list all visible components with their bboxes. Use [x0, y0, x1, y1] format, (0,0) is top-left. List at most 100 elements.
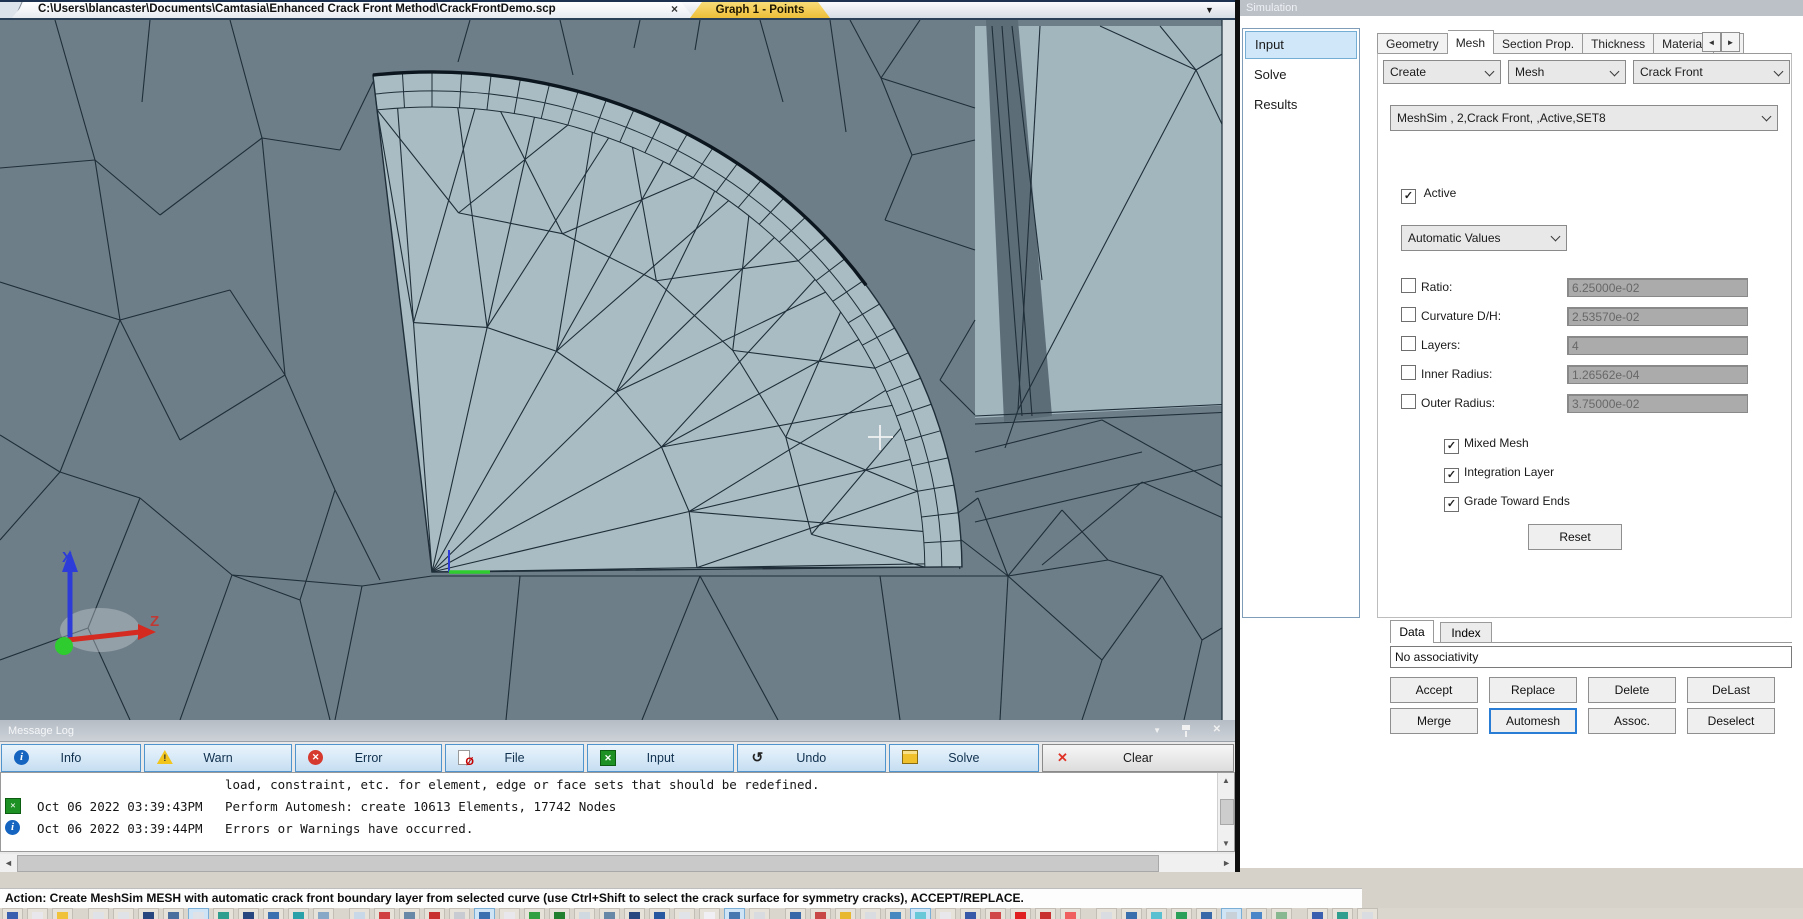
toolbar-icon[interactable] — [1060, 908, 1081, 919]
message-log-titlebar[interactable]: Message Log ▼ ✕ — [0, 720, 1235, 742]
toolbar-icon[interactable] — [1146, 908, 1167, 919]
tab-list-dropdown-icon[interactable]: ▼ — [1205, 5, 1214, 15]
tab-data[interactable]: Data — [1390, 620, 1434, 643]
toolbar-icon[interactable] — [524, 908, 545, 919]
nav-item-input[interactable]: Input — [1245, 31, 1357, 59]
toolbar-icon[interactable] — [960, 908, 981, 919]
toolbar-icon[interactable] — [1121, 908, 1142, 919]
toolbar-icon[interactable] — [88, 908, 109, 919]
toolbar-icon[interactable] — [674, 908, 695, 919]
log-horizontal-scrollbar[interactable]: ◄ ► — [0, 854, 1235, 872]
toolbar-icon[interactable] — [313, 908, 334, 919]
log-undo-button[interactable]: ↺Undo — [737, 744, 886, 772]
associativity-field[interactable] — [1390, 646, 1792, 668]
toolbar-icon[interactable] — [624, 908, 645, 919]
log-solve-button[interactable]: Solve — [889, 744, 1039, 772]
toolbar-icon[interactable] — [474, 908, 495, 919]
toolbar-icon[interactable] — [188, 908, 209, 919]
nav-item-solve[interactable]: Solve — [1245, 61, 1357, 89]
option-mixed-mesh[interactable]: ✓Mixed Mesh — [1444, 436, 1529, 452]
object-combobox[interactable]: Mesh — [1508, 60, 1626, 84]
toolbar-icon[interactable] — [749, 908, 770, 919]
close-tab-icon[interactable]: × — [671, 2, 678, 16]
toolbar-icon[interactable] — [574, 908, 595, 919]
param-checkbox[interactable]: Inner Radius: — [1401, 367, 1492, 381]
toolbar-icon[interactable] — [860, 908, 881, 919]
pin-icon[interactable] — [1181, 724, 1191, 737]
scroll-up-icon[interactable]: ▲ — [1218, 773, 1234, 788]
replace-button[interactable]: Replace — [1489, 677, 1577, 703]
graph-tab[interactable]: Graph 1 - Points — [690, 2, 830, 18]
toolbar-icon[interactable] — [52, 908, 73, 919]
toolbar-icon[interactable] — [985, 908, 1006, 919]
toolbar-icon[interactable] — [1035, 908, 1056, 919]
toolbar-icon[interactable] — [1096, 908, 1117, 919]
toolbar-icon[interactable] — [138, 908, 159, 919]
tab-scroll-left-button[interactable]: ◄ — [1702, 32, 1721, 52]
delast-button[interactable]: DeLast — [1687, 677, 1775, 703]
scroll-right-icon[interactable]: ► — [1222, 854, 1231, 872]
file-tab[interactable]: C:\Users\blancaster\Documents\Camtasia\E… — [12, 2, 694, 18]
option-integration-layer[interactable]: ✓Integration Layer — [1444, 465, 1554, 481]
tab-scroll-right-button[interactable]: ► — [1721, 32, 1740, 52]
toolbar-icon[interactable] — [424, 908, 445, 919]
toolbar-icon[interactable] — [810, 908, 831, 919]
log-error-button[interactable]: ✕Error — [295, 744, 442, 772]
tab-mesh[interactable]: Mesh — [1448, 30, 1494, 54]
toolbar-icon[interactable] — [213, 908, 234, 919]
toolbar-icon[interactable] — [1196, 908, 1217, 919]
toolbar-icon[interactable] — [449, 908, 470, 919]
active-checkbox[interactable]: ✓ Active — [1401, 186, 1456, 204]
log-file-button[interactable]: ØFile — [445, 744, 584, 772]
toolbar-icon[interactable] — [238, 908, 259, 919]
assoc-button[interactable]: Assoc. — [1588, 708, 1676, 734]
toolbar-icon[interactable] — [399, 908, 420, 919]
reset-button[interactable]: Reset — [1528, 524, 1622, 550]
toolbar-icon[interactable] — [785, 908, 806, 919]
log-warn-button[interactable]: !Warn — [144, 744, 292, 772]
toolbar-icon[interactable] — [1332, 908, 1353, 919]
toolbar-icon[interactable] — [349, 908, 370, 919]
toolbar-icon[interactable] — [1271, 908, 1292, 919]
toolbar-icon[interactable] — [724, 908, 745, 919]
create-combobox[interactable]: Create — [1383, 60, 1501, 84]
log-clear-button[interactable]: ✕Clear — [1042, 744, 1234, 772]
scroll-left-icon[interactable]: ◄ — [4, 854, 13, 872]
toolbar-icon[interactable] — [1171, 908, 1192, 919]
toolbar-icon[interactable] — [113, 908, 134, 919]
toolbar-icon[interactable] — [549, 908, 570, 919]
toolbar-icon[interactable] — [499, 908, 520, 919]
toolbar-icon[interactable] — [374, 908, 395, 919]
close-panel-icon[interactable]: ✕ — [1213, 724, 1221, 735]
tab-thickness[interactable]: Thickness — [1583, 33, 1654, 54]
nav-item-results[interactable]: Results — [1245, 91, 1357, 119]
toolbar-icon[interactable] — [885, 908, 906, 919]
toolbar-icon[interactable] — [910, 908, 931, 919]
scroll-down-icon[interactable]: ▼ — [1218, 836, 1234, 851]
option-grade-toward-ends[interactable]: ✓Grade Toward Ends — [1444, 494, 1570, 510]
tab-section-prop-[interactable]: Section Prop. — [1494, 33, 1583, 54]
param-checkbox[interactable]: Curvature D/H: — [1401, 309, 1501, 323]
accept-button[interactable]: Accept — [1390, 677, 1478, 703]
scrollbar-thumb[interactable] — [1220, 799, 1234, 825]
tab-index[interactable]: Index — [1440, 622, 1492, 643]
param-checkbox[interactable]: Ratio: — [1401, 280, 1452, 294]
method-combobox[interactable]: Crack Front — [1633, 60, 1790, 84]
toolbar-icon[interactable] — [835, 908, 856, 919]
log-vertical-scrollbar[interactable]: ▲ ▼ — [1217, 773, 1234, 851]
scrollbar-thumb[interactable] — [17, 855, 1159, 872]
toolbar-icon[interactable] — [1221, 908, 1242, 919]
toolbar-icon[interactable] — [1246, 908, 1267, 919]
toolbar-icon[interactable] — [163, 908, 184, 919]
toolbar-icon[interactable] — [1307, 908, 1328, 919]
toolbar-icon[interactable] — [935, 908, 956, 919]
toolbar-icon[interactable] — [699, 908, 720, 919]
mesh-set-combobox[interactable]: MeshSim , 2,Crack Front, ,Active,SET8 — [1390, 105, 1778, 131]
toolbar-icon[interactable] — [2, 908, 23, 919]
toolbar-icon[interactable] — [649, 908, 670, 919]
toolbar-icon[interactable] — [263, 908, 284, 919]
log-info-button[interactable]: iInfo — [1, 744, 141, 772]
automesh-button[interactable]: Automesh — [1489, 708, 1577, 734]
delete-button[interactable]: Delete — [1588, 677, 1676, 703]
tab-geometry[interactable]: Geometry — [1377, 33, 1448, 54]
